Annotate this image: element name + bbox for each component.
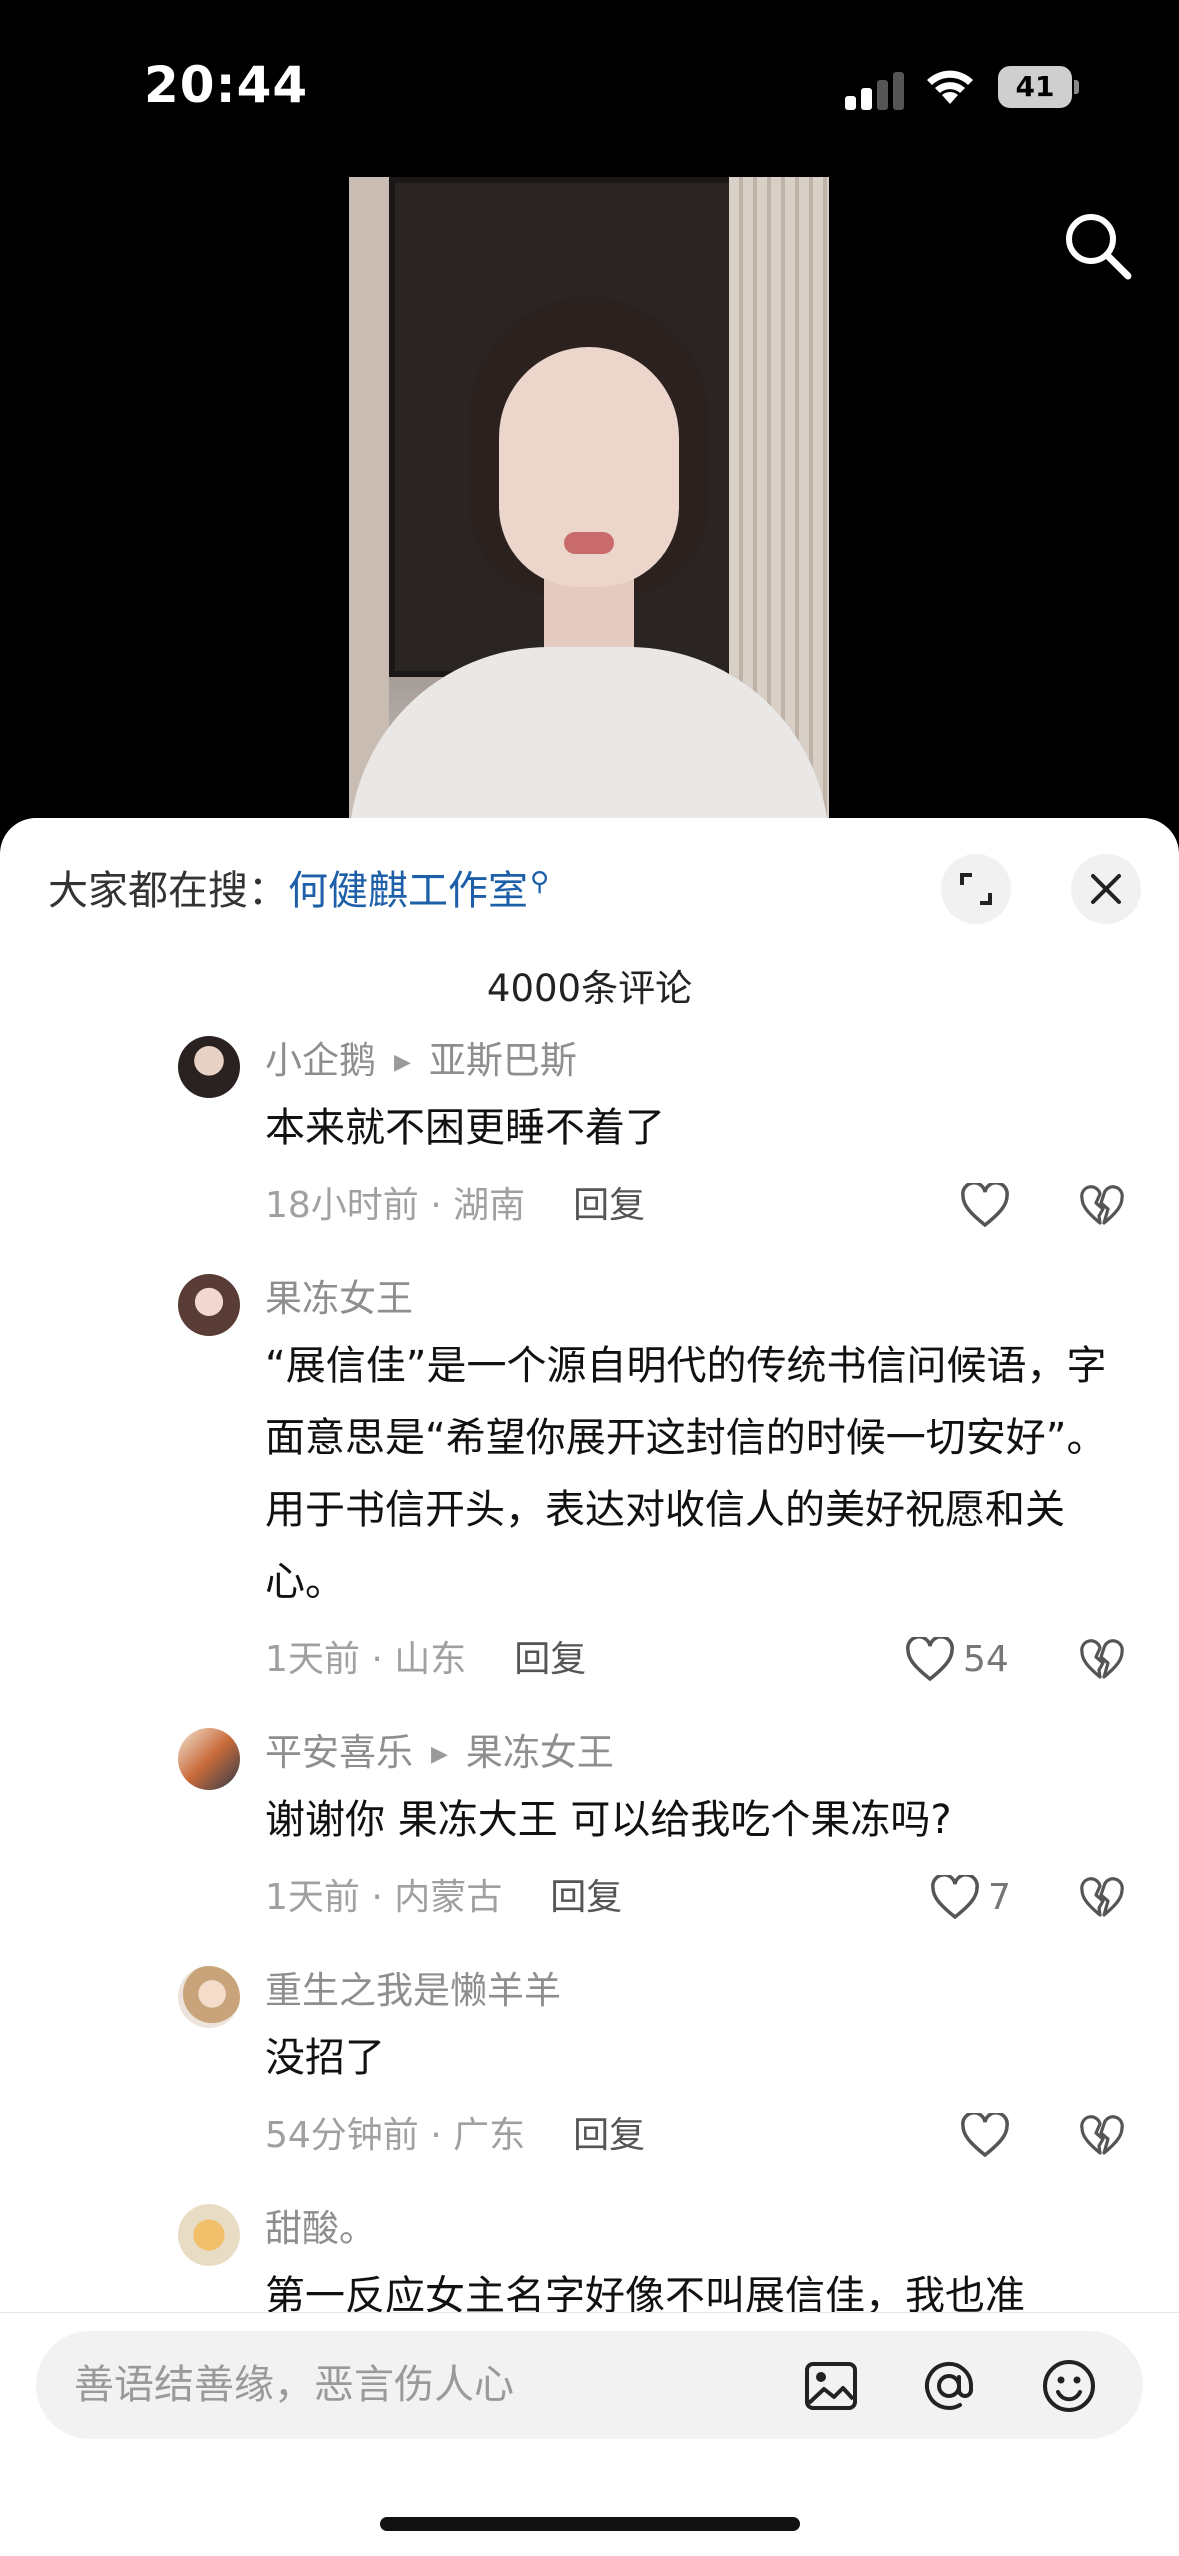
comment-item: 平安喜乐 ▶ 果冻女王 谢谢你 果冻大王 可以给我吃个果冻吗? 1天前 · 内蒙古 回… — [0, 1722, 1179, 1940]
reply-button[interactable]: 回复 — [550, 1877, 622, 1918]
expand-button[interactable] — [941, 854, 1011, 924]
avatar[interactable] — [178, 1728, 240, 1790]
close-icon — [1091, 874, 1121, 904]
like-button[interactable]: 7 — [930, 1856, 1011, 1940]
comment-username[interactable]: 小企鹅 — [265, 1039, 376, 1082]
comment-username[interactable]: 果冻女王 — [265, 1277, 413, 1320]
like-button[interactable]: 54 — [905, 1618, 1009, 1702]
heart-icon — [906, 1637, 954, 1682]
comment-sheet: 大家都在搜：何健麒工作室⚲ 4000条评论 小企鹅 ▶ 亚斯巴斯 本来就不困更睡不着… — [0, 818, 1179, 2556]
image-icon[interactable] — [802, 2357, 860, 2415]
video-player[interactable] — [349, 177, 829, 837]
comment-username[interactable]: 重生之我是懒羊羊 — [265, 1969, 561, 2012]
trending-search[interactable]: 大家都在搜：何健麒工作室⚲ — [48, 858, 549, 916]
comment-time-location: 54分钟前 · 广东 — [265, 2115, 526, 2156]
comment-username[interactable]: 平安喜乐 — [265, 1731, 413, 1774]
like-button[interactable] — [960, 2094, 1010, 2178]
reply-arrow-icon: ▶ — [394, 1049, 411, 1075]
reply-button[interactable]: 回复 — [514, 1639, 586, 1680]
comment-text: 本来就不困更睡不着了 — [265, 1105, 665, 1151]
comment-item: 小企鹅 ▶ 亚斯巴斯 本来就不困更睡不着了 18小时前 · 湖南 回复 — [0, 1030, 1179, 1248]
expand-icon — [960, 873, 992, 905]
comment-input[interactable]: 善语结善缘，恶言伤人心 — [36, 2331, 1143, 2439]
comment-input-placeholder: 善语结善缘，恶言伤人心 — [74, 2362, 514, 2408]
comment-text: 谢谢你 果冻大王 可以给我吃个果冻吗? — [265, 1797, 952, 1843]
comment-username[interactable]: 甜酸。 — [265, 2207, 376, 2250]
comment-text: 没招了 — [265, 2035, 385, 2081]
small-search-icon: ⚲ — [530, 866, 550, 897]
battery-icon: 41 — [998, 66, 1079, 108]
comment-input-bar: 善语结善缘，恶言伤人心 — [0, 2312, 1179, 2556]
comment-item: 果冻女王 “展信佳”是一个源自明代的传统书信问候语，字面意思是“希望你展开这封信… — [0, 1268, 1179, 1702]
like-button[interactable] — [960, 1164, 1010, 1248]
broken-heart-icon[interactable] — [1080, 2115, 1124, 2157]
comment-text: “展信佳”是一个源自明代的传统书信问候语，字面意思是“希望你展开这封信的时候一切… — [265, 1343, 1107, 1605]
avatar[interactable] — [178, 1036, 240, 1098]
home-indicator[interactable] — [380, 2517, 800, 2531]
trending-prefix: 大家都在搜： — [48, 868, 288, 914]
battery-level: 41 — [1015, 70, 1055, 103]
heart-icon — [931, 1875, 979, 1920]
broken-heart-icon[interactable] — [1080, 1639, 1124, 1681]
wifi-icon — [927, 70, 973, 104]
status-bar: 20:44 41 — [0, 0, 1179, 160]
broken-heart-icon[interactable] — [1080, 1877, 1124, 1919]
status-time: 20:44 — [144, 56, 309, 114]
comment-time-location: 1天前 · 内蒙古 — [265, 1877, 503, 1918]
like-count: 54 — [963, 1639, 1009, 1680]
comment-item: 重生之我是懒羊羊 没招了 54分钟前 · 广东 回复 — [0, 1960, 1179, 2178]
reply-to-username[interactable]: 果冻女王 — [466, 1731, 614, 1774]
avatar[interactable] — [178, 1274, 240, 1336]
reply-to-username[interactable]: 亚斯巴斯 — [429, 1039, 577, 1082]
heart-icon — [961, 1183, 1009, 1228]
reply-button[interactable]: 回复 — [573, 1185, 645, 1226]
comment-count: 4000条评论 — [486, 967, 693, 1010]
comment-list: 小企鹅 ▶ 亚斯巴斯 本来就不困更睡不着了 18小时前 · 湖南 回复 果冻女王 “展… — [0, 1030, 1179, 2332]
reply-arrow-icon: ▶ — [431, 1741, 448, 1767]
avatar[interactable] — [178, 2204, 240, 2266]
comment-time-location: 1天前 · 山东 — [265, 1639, 467, 1680]
avatar[interactable] — [178, 1966, 240, 2028]
trending-query-link[interactable]: 何健麒工作室 — [288, 868, 528, 914]
cellular-signal-icon — [845, 70, 905, 110]
broken-heart-icon[interactable] — [1080, 1185, 1124, 1227]
like-count: 7 — [988, 1877, 1011, 1918]
heart-icon — [961, 2113, 1009, 2158]
emoji-icon[interactable] — [1040, 2357, 1098, 2415]
at-icon[interactable] — [920, 2357, 978, 2415]
search-icon[interactable] — [1058, 206, 1138, 286]
reply-button[interactable]: 回复 — [573, 2115, 645, 2156]
close-button[interactable] — [1071, 854, 1141, 924]
comment-time-location: 18小时前 · 湖南 — [265, 1185, 526, 1226]
